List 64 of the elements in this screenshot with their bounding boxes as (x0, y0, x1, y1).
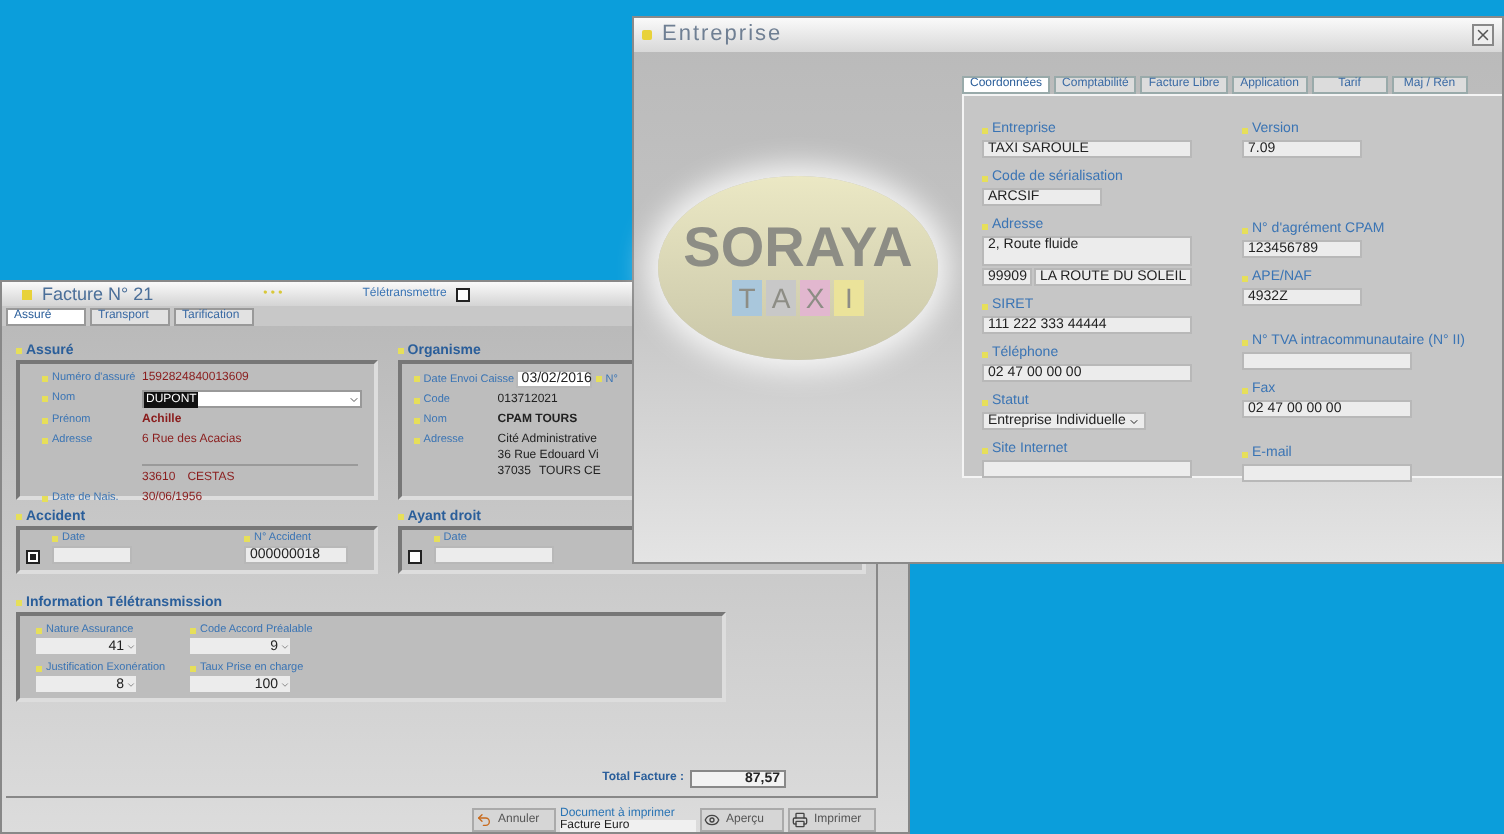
window-icon (642, 30, 652, 40)
window-icon (22, 289, 32, 299)
bullet-icon (595, 376, 602, 382)
checkbox[interactable] (26, 550, 40, 564)
bullet-icon (982, 447, 988, 453)
bullet-icon (52, 535, 58, 541)
bullet-icon (190, 665, 196, 671)
bullet-icon (36, 627, 42, 633)
text-field[interactable] (982, 460, 1192, 478)
bullet-icon (413, 417, 420, 423)
chevron-icon (126, 641, 136, 651)
bullet-icon (1242, 451, 1248, 457)
bullet-icon (16, 348, 22, 354)
bullet-icon (42, 417, 48, 423)
bullet-icon (16, 514, 22, 520)
bullet-icon (413, 437, 420, 443)
bullet-icon (190, 627, 196, 633)
logo-letter: T (732, 280, 762, 316)
checkbox[interactable] (456, 287, 471, 301)
close-button[interactable] (1472, 24, 1494, 46)
date-field[interactable] (433, 546, 554, 564)
bullet-icon (982, 351, 988, 357)
bullet-icon (982, 175, 988, 181)
bullet-icon (42, 395, 48, 401)
logo-name: SORAYA (683, 220, 913, 276)
chevron-icon (126, 679, 136, 689)
bullet-icon (982, 127, 988, 133)
chevron-icon (280, 679, 290, 689)
bullet-icon (244, 535, 250, 541)
bullet-icon (1242, 339, 1248, 345)
bullet-icon (1242, 227, 1248, 233)
bullet-icon (1242, 127, 1248, 133)
bullet-icon (1242, 387, 1248, 393)
bullet-icon (42, 437, 48, 443)
printer-icon (792, 812, 808, 828)
logo-letter: X (800, 280, 830, 316)
bullet-icon (397, 514, 404, 520)
bullet-icon (982, 303, 988, 309)
chevron-icon (348, 393, 360, 405)
text-field[interactable] (1242, 352, 1412, 370)
text-field[interactable] (1242, 464, 1412, 482)
logo-letter: I (834, 280, 864, 316)
bullet-icon (16, 600, 22, 606)
chevron-icon (1128, 415, 1140, 427)
bullet-icon (982, 223, 988, 229)
bullet-icon (413, 397, 420, 403)
window-title: Entreprise (662, 20, 783, 51)
window-title: Facture N° 21 (42, 284, 154, 304)
close-icon (1474, 26, 1492, 44)
check-mark-icon (30, 554, 36, 560)
bullet-icon (42, 375, 48, 381)
bullet-icon (36, 665, 42, 671)
date-field[interactable] (52, 546, 132, 564)
bullet-icon (413, 376, 420, 382)
checkbox[interactable] (407, 550, 422, 564)
undo-icon (476, 812, 492, 828)
bullet-icon (433, 535, 440, 541)
eye-icon (704, 812, 720, 828)
bullet-icon (1242, 275, 1248, 281)
bullet-icon (397, 348, 404, 354)
bullet-icon (982, 399, 988, 405)
bullet-icon (42, 495, 48, 501)
chevron-icon (280, 641, 290, 651)
logo-letter: A (766, 280, 796, 316)
